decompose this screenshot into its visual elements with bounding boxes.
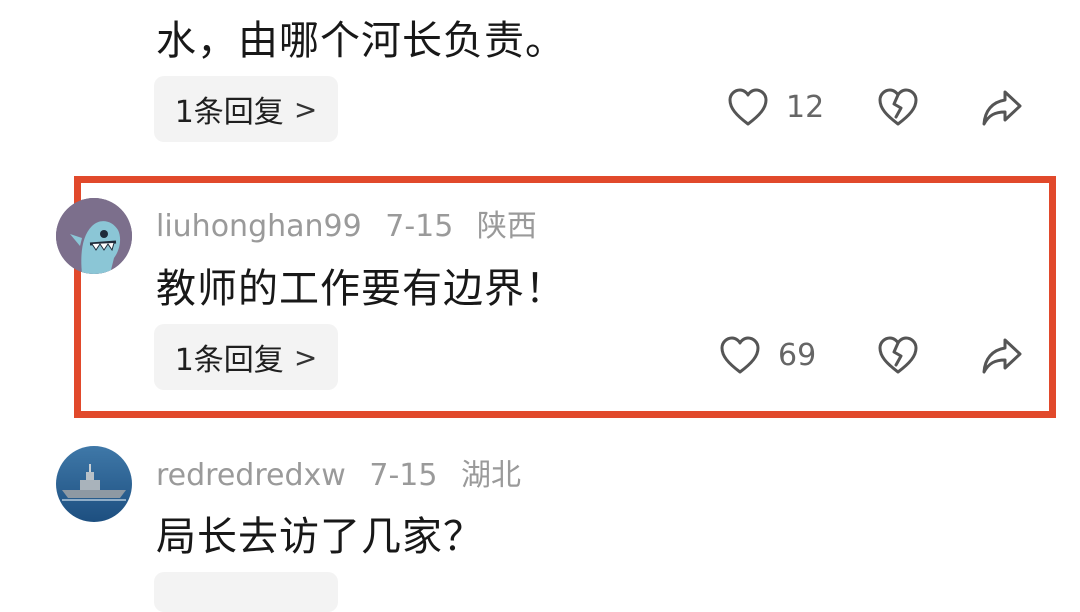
username[interactable]: redredredxw (156, 458, 346, 493)
comment-text-tail: 水，由哪个河长负责。 (156, 18, 566, 64)
comment-date: 7-15 (385, 209, 454, 244)
broken-heart-icon[interactable] (876, 86, 920, 130)
warship-avatar[interactable] (56, 446, 132, 522)
heart-icon[interactable] (718, 334, 762, 378)
reply-count-label: 1条回复 (174, 95, 284, 130)
broken-heart-icon[interactable] (876, 334, 920, 378)
comment-date: 7-15 (369, 458, 438, 493)
comment-meta: redredredxw 7-15 湖北 (156, 450, 521, 494)
comment-meta: liuhonghan99 7-15 陕西 (156, 201, 537, 245)
heart-icon[interactable] (726, 86, 770, 130)
view-replies-button[interactable] (154, 572, 338, 612)
chevron-right-icon: > (293, 92, 318, 126)
like-count: 12 (786, 90, 825, 125)
share-arrow-icon[interactable] (980, 334, 1024, 378)
cartoon-shark-avatar[interactable] (56, 198, 132, 274)
like-count: 69 (778, 338, 817, 373)
avatar-image (56, 198, 132, 274)
view-replies-button[interactable]: 1条回复 > (154, 76, 338, 142)
view-replies-button[interactable]: 1条回复 > (154, 324, 338, 390)
username[interactable]: liuhonghan99 (156, 209, 362, 244)
comment-text: 教师的工作要有边界！ (156, 266, 566, 312)
chevron-right-icon: > (293, 340, 318, 374)
reply-count-label: 1条回复 (174, 343, 284, 378)
comment-location: 湖北 (461, 458, 522, 493)
comment-location: 陕西 (476, 209, 537, 244)
comment-text: 局长去访了几家？ (156, 514, 484, 560)
share-arrow-icon[interactable] (980, 86, 1024, 130)
avatar-image (56, 446, 132, 522)
